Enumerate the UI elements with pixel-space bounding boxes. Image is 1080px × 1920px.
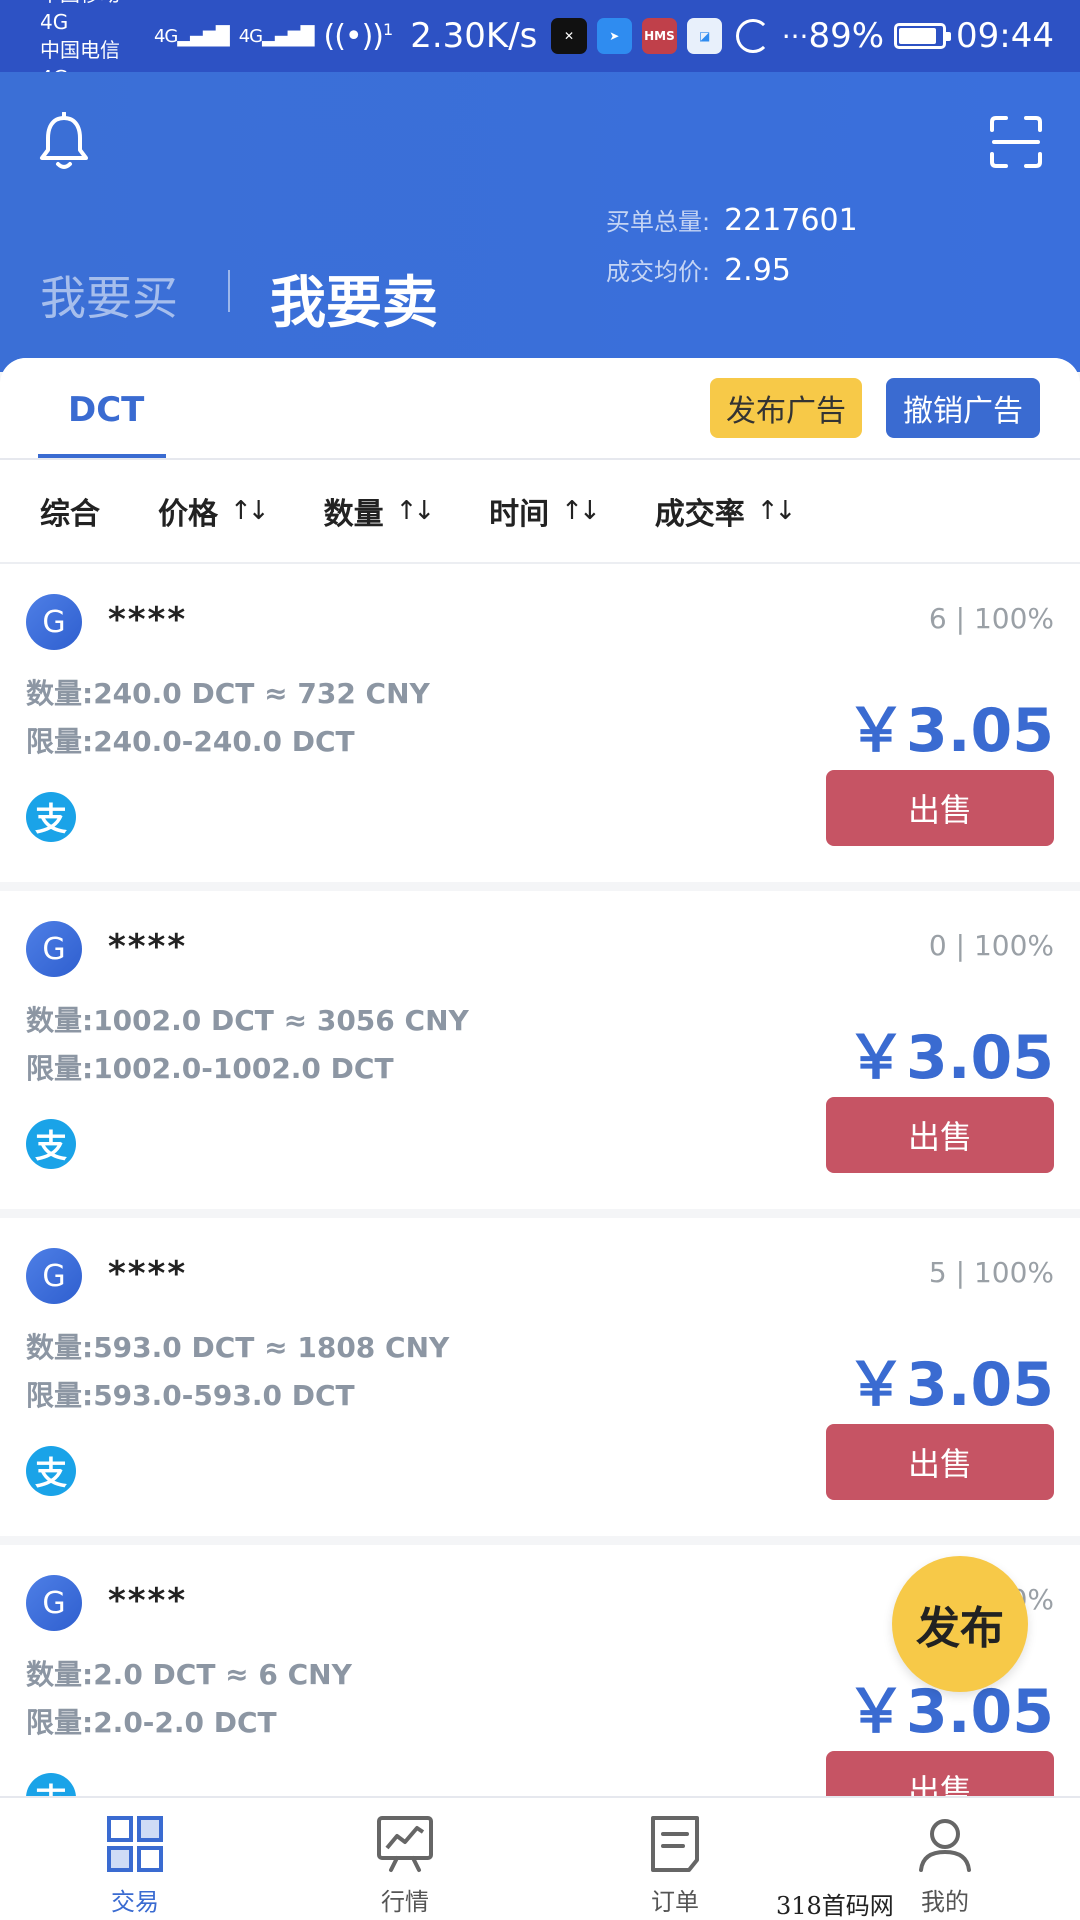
avatar: G: [26, 594, 82, 650]
tab-sell[interactable]: 我要卖: [270, 258, 438, 339]
buy-total-label: 买单总量:: [606, 208, 711, 236]
battery-icon: [894, 23, 952, 49]
market-chart-icon: [377, 1816, 433, 1872]
avg-price-label: 成交均价:: [606, 258, 711, 286]
seller-name: ****: [108, 1254, 188, 1294]
scan-icon[interactable]: [988, 114, 1044, 170]
quantity-text: 数量:593.0 DCT ≈ 1808 CNY: [26, 1331, 450, 1364]
avg-price-value: 2.95: [724, 253, 791, 288]
avg-price-stat: 成交均价: 2.95: [606, 252, 791, 288]
listing-card: G **** 5 | 100% 数量:593.0 DCT ≈ 1808 CNY …: [0, 1218, 1080, 1536]
tab-coin-dct[interactable]: DCT: [68, 390, 144, 430]
status-bar: 中国移动4G 中国电信4G 4G▂▄▆█ 4G▂▄▆█ ((•))1 2.30K…: [0, 0, 1080, 90]
quantity-text: 数量:240.0 DCT ≈ 732 CNY: [26, 677, 430, 710]
publish-fab-button[interactable]: 发布: [892, 1556, 1028, 1692]
avatar: G: [26, 1575, 82, 1631]
sort-rate[interactable]: 成交率 ↑↓: [655, 489, 797, 533]
buy-total-value: 2217601: [724, 203, 858, 238]
limit-text: 限量:2.0-2.0 DCT: [26, 1706, 277, 1739]
avatar: G: [26, 921, 82, 977]
coin-toolbar: DCT 发布广告 撤销广告: [0, 358, 1080, 460]
header: 我要买 我要卖 买单总量: 2217601 成交均价: 2.95: [0, 72, 1080, 372]
alipay-icon: 支: [26, 1773, 76, 1798]
watermark: 318首码网 www.E318.com: [776, 1892, 894, 1920]
sell-button[interactable]: 出售: [826, 1424, 1054, 1500]
trade-stats: 5 | 100%: [928, 1256, 1054, 1289]
price: ￥3.05: [845, 1350, 1054, 1420]
sort-quantity[interactable]: 数量 ↑↓: [324, 489, 436, 533]
sort-time[interactable]: 时间 ↑↓: [489, 489, 601, 533]
sort-arrows-icon: ↑↓: [230, 496, 270, 526]
sort-arrows-icon: ↑↓: [561, 496, 601, 526]
sort-price[interactable]: 价格 ↑↓: [158, 489, 270, 533]
price: ￥3.05: [845, 696, 1054, 766]
listing-card: G **** 0 | 100% 数量:1002.0 DCT ≈ 3056 CNY…: [0, 891, 1080, 1209]
sell-button[interactable]: 出售: [826, 1751, 1054, 1798]
maps-app-icon: ◪: [687, 18, 723, 54]
sort-overall[interactable]: 综合: [40, 489, 100, 533]
trade-stats: 6 | 100%: [928, 602, 1054, 635]
nav-orders-label: 订单: [651, 1888, 699, 1916]
alipay-icon: 支: [26, 1119, 76, 1169]
active-tab-indicator: [38, 454, 166, 458]
alipay-icon: 支: [26, 792, 76, 842]
sell-button[interactable]: 出售: [826, 770, 1054, 846]
nav-trade-label: 交易: [111, 1888, 159, 1916]
price: ￥3.05: [845, 1023, 1054, 1093]
seller-name: ****: [108, 600, 188, 640]
quantity-text: 数量:2.0 DCT ≈ 6 CNY: [26, 1658, 352, 1691]
limit-text: 限量:593.0-593.0 DCT: [26, 1379, 355, 1412]
seller-name: ****: [108, 927, 188, 967]
more-notifications-icon: ···: [781, 19, 809, 53]
clock: 09:44: [956, 16, 1054, 56]
signal-1-icon: 4G▂▄▆█: [153, 25, 230, 47]
battery-percent: 89%: [808, 16, 885, 56]
tab-buy[interactable]: 我要买: [40, 262, 178, 328]
bell-icon[interactable]: [36, 112, 92, 172]
loading-icon: [736, 19, 770, 53]
nav-market[interactable]: 行情: [270, 1798, 540, 1920]
profile-icon: [919, 1819, 971, 1872]
nav-market-label: 行情: [381, 1888, 429, 1916]
trade-stats: 0 | 100%: [928, 929, 1054, 962]
seller-name: ****: [108, 1581, 188, 1621]
capcut-app-icon: ✕: [551, 18, 587, 54]
order-icon: [651, 1816, 699, 1872]
buy-total-stat: 买单总量: 2217601: [606, 202, 858, 238]
sort-arrows-icon: ↑↓: [395, 496, 436, 526]
tab-divider: [228, 270, 230, 312]
hotspot-icon: ((•))1: [323, 18, 394, 54]
feishu-app-icon: ➤: [596, 18, 632, 54]
sort-arrows-icon: ↑↓: [756, 496, 797, 526]
network-speed: 2.30K/s: [410, 16, 538, 56]
avatar: G: [26, 1248, 82, 1304]
quantity-text: 数量:1002.0 DCT ≈ 3056 CNY: [26, 1004, 469, 1037]
hms-app-icon: HMS: [641, 18, 678, 54]
limit-text: 限量:1002.0-1002.0 DCT: [26, 1052, 394, 1085]
limit-text: 限量:240.0-240.0 DCT: [26, 725, 355, 758]
publish-ad-button[interactable]: 发布广告: [710, 378, 862, 438]
alipay-icon: 支: [26, 1446, 76, 1496]
nav-trade[interactable]: 交易: [0, 1798, 270, 1920]
cancel-ad-button[interactable]: 撤销广告: [886, 378, 1040, 438]
listing-card: G **** 6 | 100% 数量:240.0 DCT ≈ 732 CNY 限…: [0, 564, 1080, 882]
nav-orders[interactable]: 订单: [540, 1798, 810, 1920]
sell-button[interactable]: 出售: [826, 1097, 1054, 1173]
sort-bar: 综合 价格 ↑↓ 数量 ↑↓ 时间 ↑↓ 成交率 ↑↓: [0, 460, 1080, 564]
trade-icon: [107, 1816, 163, 1872]
carrier-1: 中国移动4G: [40, 0, 120, 34]
signal-2-icon: 4G▂▄▆█: [238, 25, 315, 47]
